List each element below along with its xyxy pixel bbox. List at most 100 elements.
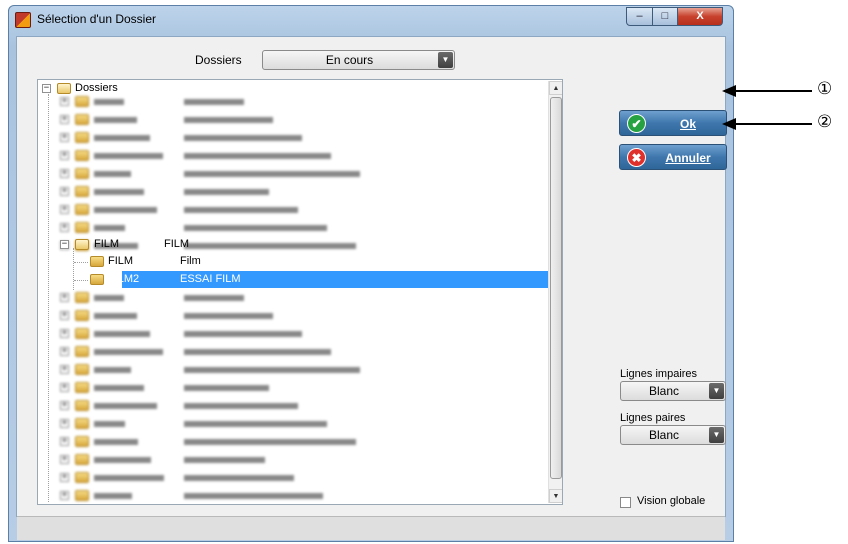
tree-item-film-expanded[interactable]: − FILM FILM bbox=[58, 237, 278, 253]
title-bar[interactable]: Sélection d'un Dossier – □ X bbox=[9, 6, 733, 34]
tree-item-redacted[interactable]: + bbox=[58, 434, 378, 450]
expand-icon[interactable]: + bbox=[60, 419, 69, 428]
chevron-down-icon[interactable]: ▼ bbox=[709, 427, 724, 443]
folder-tree[interactable]: − Dossiers + + + + + + + + + − FILM FILM FILM Fi… bbox=[37, 79, 563, 505]
ok-button[interactable]: ✔ Ok bbox=[619, 110, 727, 136]
tree-item-redacted[interactable]: + bbox=[58, 488, 378, 504]
expand-icon[interactable]: + bbox=[60, 223, 69, 232]
expand-icon[interactable]: + bbox=[60, 473, 69, 482]
tree-item-redacted[interactable]: + bbox=[58, 326, 378, 342]
redacted-name bbox=[184, 295, 244, 301]
expand-icon[interactable]: + bbox=[60, 329, 69, 338]
expand-icon[interactable]: + bbox=[60, 383, 69, 392]
tree-item-redacted[interactable]: + bbox=[58, 344, 378, 360]
redacted-name bbox=[184, 207, 298, 213]
chevron-down-icon[interactable]: ▼ bbox=[438, 52, 453, 68]
folder-icon bbox=[75, 310, 89, 321]
even-lines-value: Blanc bbox=[648, 428, 680, 442]
tree-item-redacted[interactable]: + bbox=[58, 220, 378, 236]
expand-icon[interactable]: + bbox=[60, 437, 69, 446]
tree-item-redacted[interactable]: + bbox=[58, 290, 378, 306]
redacted-code bbox=[94, 189, 144, 195]
expand-icon[interactable]: + bbox=[60, 491, 69, 500]
tree-item-name: Film bbox=[180, 255, 201, 267]
cross-icon: ✖ bbox=[627, 148, 646, 167]
dossiers-filter-value: En cours bbox=[325, 53, 374, 67]
folder-icon bbox=[75, 472, 89, 483]
tree-item-redacted[interactable]: + bbox=[58, 112, 378, 128]
expand-icon[interactable]: + bbox=[60, 115, 69, 124]
redacted-code bbox=[94, 117, 137, 123]
redacted-name bbox=[184, 349, 331, 355]
redacted-code bbox=[94, 225, 125, 231]
window-title: Sélection d'un Dossier bbox=[37, 12, 157, 26]
callout-1: ① bbox=[817, 79, 833, 99]
checkmark-icon: ✔ bbox=[627, 114, 646, 133]
folder-open-icon bbox=[75, 239, 89, 250]
tree-item-redacted[interactable]: + bbox=[58, 398, 378, 414]
tree-item-name: FILM bbox=[164, 238, 190, 250]
folder-icon bbox=[75, 114, 89, 125]
expand-icon[interactable]: + bbox=[60, 455, 69, 464]
chevron-down-icon[interactable]: ▼ bbox=[709, 383, 724, 399]
close-button[interactable]: X bbox=[677, 7, 723, 26]
expand-icon[interactable]: + bbox=[60, 365, 69, 374]
redacted-code bbox=[94, 153, 163, 159]
expand-icon[interactable]: + bbox=[60, 187, 69, 196]
expand-icon[interactable]: + bbox=[60, 169, 69, 178]
folder-icon bbox=[75, 168, 89, 179]
collapse-icon[interactable]: − bbox=[60, 240, 69, 249]
collapse-icon[interactable]: − bbox=[42, 84, 51, 93]
expand-icon[interactable]: + bbox=[60, 401, 69, 410]
redacted-code bbox=[94, 421, 125, 427]
expand-icon[interactable]: + bbox=[60, 133, 69, 142]
tree-item-redacted[interactable]: + bbox=[58, 148, 378, 164]
maximize-button[interactable]: □ bbox=[652, 7, 678, 26]
expand-icon[interactable]: + bbox=[60, 205, 69, 214]
dossiers-filter-select[interactable]: En cours ▼ bbox=[262, 50, 455, 70]
tree-item-redacted[interactable]: + bbox=[58, 130, 378, 146]
redacted-code bbox=[94, 367, 131, 373]
tree-item-redacted[interactable]: + bbox=[58, 416, 378, 432]
tree-item-redacted[interactable]: + bbox=[58, 470, 378, 486]
expand-icon[interactable]: + bbox=[60, 293, 69, 302]
expand-icon[interactable]: + bbox=[60, 151, 69, 160]
tree-item-redacted[interactable]: + bbox=[58, 166, 378, 182]
vision-globale-checkbox[interactable] bbox=[620, 497, 631, 508]
folder-icon bbox=[75, 292, 89, 303]
expand-icon[interactable]: + bbox=[60, 347, 69, 356]
tree-item-redacted[interactable]: + bbox=[58, 308, 378, 324]
tree-item-code: FILM bbox=[108, 255, 134, 267]
tree-item-film2-selected[interactable]: FILM2 ESSAI FILM bbox=[88, 272, 308, 288]
expand-icon[interactable]: + bbox=[60, 311, 69, 320]
tree-item-code: FILM bbox=[94, 238, 120, 250]
tree-scrollbar[interactable]: ▲ ▼ bbox=[548, 81, 562, 503]
tree-item-redacted[interactable]: + bbox=[58, 362, 378, 378]
redacted-name bbox=[184, 117, 273, 123]
scroll-up-icon[interactable]: ▲ bbox=[549, 81, 562, 95]
folder-icon bbox=[75, 96, 89, 107]
dossiers-filter-label: Dossiers bbox=[195, 53, 242, 67]
odd-lines-select[interactable]: Blanc ▼ bbox=[620, 381, 726, 401]
minimize-button[interactable]: – bbox=[626, 7, 653, 26]
even-lines-select[interactable]: Blanc ▼ bbox=[620, 425, 726, 445]
cancel-button[interactable]: ✖ Annuler bbox=[619, 144, 727, 170]
tree-item-redacted[interactable]: + bbox=[58, 380, 378, 396]
tree-item-redacted[interactable]: + bbox=[58, 184, 378, 200]
scroll-down-icon[interactable]: ▼ bbox=[549, 489, 562, 503]
tree-item-film-child[interactable]: FILM Film bbox=[88, 254, 308, 270]
tree-item-redacted[interactable]: + bbox=[58, 202, 378, 218]
tree-item-redacted[interactable]: + bbox=[58, 452, 378, 468]
tree-item-redacted[interactable]: + bbox=[58, 94, 378, 110]
redacted-code bbox=[94, 403, 157, 409]
redacted-code bbox=[94, 331, 150, 337]
expand-icon[interactable]: + bbox=[60, 97, 69, 106]
redacted-code bbox=[94, 475, 164, 481]
folder-icon bbox=[75, 490, 89, 501]
scrollbar-thumb[interactable] bbox=[550, 97, 562, 479]
folder-icon bbox=[90, 256, 104, 267]
cancel-button-label: Annuler bbox=[665, 151, 711, 165]
app-icon bbox=[15, 12, 31, 28]
vision-globale-label: Vision globale bbox=[637, 495, 706, 507]
redacted-code bbox=[94, 385, 144, 391]
